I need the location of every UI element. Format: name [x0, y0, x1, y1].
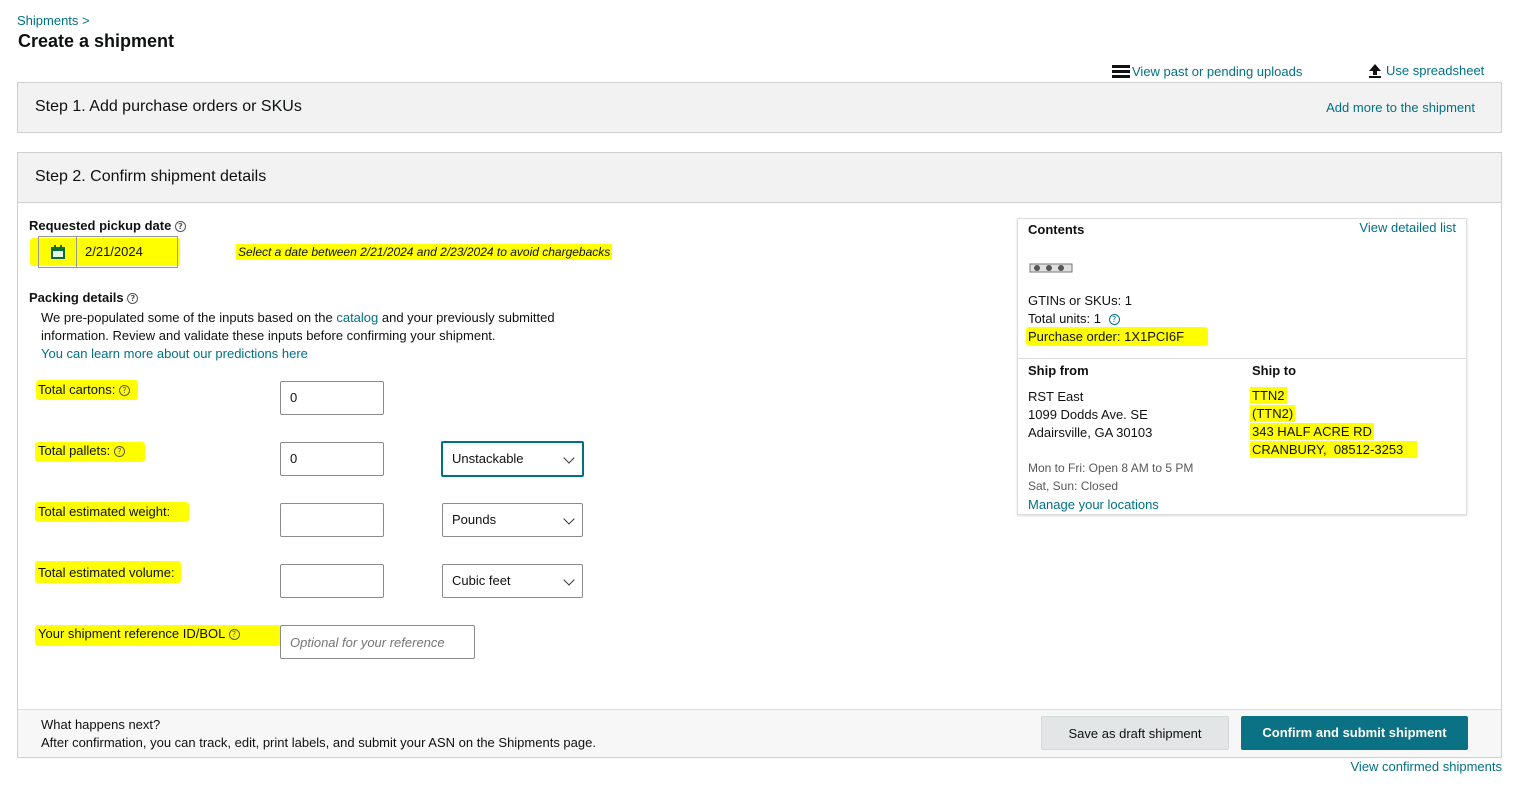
breadcrumb-shipments-link[interactable]: Shipments	[17, 13, 78, 28]
packing-title: Packing details	[29, 290, 124, 305]
reference-label: Your shipment reference ID/BOL	[38, 626, 225, 641]
view-past-uploads-link[interactable]: View past or pending uploads	[1112, 64, 1302, 79]
ship-to-line1: TTN2	[1250, 387, 1287, 404]
contents-title: Contents	[1028, 222, 1085, 237]
catalog-link[interactable]: catalog	[336, 310, 378, 325]
use-spreadsheet-label: Use spreadsheet	[1386, 63, 1485, 78]
chevron-down-icon	[563, 574, 575, 586]
use-spreadsheet-link[interactable]: Use spreadsheet	[1368, 63, 1484, 78]
ship-from-street: 1099 Dodds Ave. SE	[1028, 407, 1148, 422]
view-detailed-list-link[interactable]: View detailed list	[1359, 220, 1456, 235]
footer-question: What happens next?	[41, 717, 161, 732]
pickup-date-note: Select a date between 2/21/2024 and 2/23…	[236, 244, 613, 260]
help-icon[interactable]: ?	[113, 446, 125, 458]
weight-unit-value: Pounds	[452, 512, 497, 527]
pickup-date-value: 2/21/2024	[85, 244, 143, 259]
step2-title: Step 2. Confirm shipment details	[35, 168, 267, 185]
ship-from-hours-weekday: Mon to Fri: Open 8 AM to 5 PM	[1028, 461, 1194, 475]
reference-label-row: Your shipment reference ID/BOL ?	[38, 626, 240, 641]
chevron-down-icon	[563, 452, 575, 464]
weight-input[interactable]	[280, 503, 384, 537]
pickup-label: Requested pickup date	[29, 218, 172, 233]
ship-to-title: Ship to	[1252, 363, 1297, 378]
step1-panel: Step 1. Add purchase orders or SKUs Add …	[17, 82, 1502, 133]
help-icon[interactable]: ?	[118, 385, 130, 397]
pallets-label-row: Total pallets: ?	[38, 443, 125, 458]
ship-from-name: RST East	[1028, 389, 1084, 404]
pallets-label: Total pallets:	[38, 443, 111, 458]
help-icon[interactable]: ?	[1108, 314, 1120, 326]
cartons-label-row: Total cartons: ?	[38, 382, 130, 397]
ship-to-line3: 343 HALF ACRE RD	[1250, 423, 1374, 440]
add-more-link[interactable]: Add more to the shipment	[1326, 100, 1475, 115]
calendar-icon	[50, 245, 65, 259]
cartons-input[interactable]: 0	[280, 381, 384, 415]
view-past-uploads-label: View past or pending uploads	[1132, 64, 1303, 79]
save-draft-button[interactable]: Save as draft shipment	[1041, 716, 1229, 750]
chevron-down-icon	[563, 513, 575, 525]
step1-title: Step 1. Add purchase orders or SKUs	[35, 98, 302, 115]
ship-from-hours-weekend: Sat, Sun: Closed	[1028, 479, 1119, 493]
contents-units: Total units: 1	[1028, 311, 1101, 326]
pallet-type-select[interactable]: Unstackable	[441, 441, 584, 477]
pallets-input[interactable]: 0	[280, 442, 384, 476]
upload-icon	[1369, 63, 1381, 78]
volume-unit-select[interactable]: Cubic feet	[442, 564, 583, 598]
help-icon[interactable]: ?	[127, 293, 139, 305]
step2-header: Step 2. Confirm shipment details	[17, 152, 1502, 203]
volume-input[interactable]	[280, 564, 384, 598]
ship-to-line2: (TTN2)	[1250, 405, 1296, 422]
weight-unit-select[interactable]: Pounds	[442, 503, 583, 537]
weight-label: Total estimated weight:	[38, 504, 171, 519]
manage-locations-link[interactable]: Manage your locations	[1028, 497, 1159, 512]
contents-po: Purchase order: 1X1PCI6F	[1026, 327, 1209, 346]
help-icon[interactable]: ?	[174, 221, 186, 233]
volume-label: Total estimated volume:	[38, 565, 175, 580]
breadcrumb-separator: >	[82, 13, 90, 28]
pickup-date-picker[interactable]: 2/21/2024	[38, 236, 178, 268]
cartons-label: Total cartons:	[38, 382, 116, 397]
volume-unit-value: Cubic feet	[452, 573, 511, 588]
view-confirmed-shipments-link[interactable]: View confirmed shipments	[1351, 759, 1503, 774]
reference-input[interactable]	[280, 625, 475, 659]
packing-desc-text: We pre-populated some of the inputs base…	[41, 310, 337, 325]
pickup-label-row: Requested pickup date ?	[29, 218, 186, 233]
pallet-type-value: Unstackable	[452, 451, 524, 466]
contents-card: Contents View detailed list GTINs or SKU…	[1017, 218, 1467, 515]
ship-from-title: Ship from	[1028, 363, 1089, 378]
confirm-submit-button[interactable]: Confirm and submit shipment	[1241, 716, 1468, 750]
contents-gtins: GTINs or SKUs: 1	[1028, 293, 1133, 308]
packing-desc-text-2: and your previously submitted	[378, 310, 555, 325]
ship-to-line4: CRANBURY, 08512-3253	[1250, 441, 1418, 458]
ship-from-city: Adairsville, GA 30103	[1028, 425, 1153, 440]
packing-desc-line2: information. Review and validate these i…	[41, 328, 496, 343]
page-title: Create a shipment	[18, 31, 175, 51]
predictions-link[interactable]: You can learn more about our predictions…	[41, 346, 308, 361]
product-thumbnail-icon	[1029, 263, 1073, 273]
packing-description: We pre-populated some of the inputs base…	[41, 309, 601, 363]
contents-divider	[1018, 358, 1466, 359]
packing-title-row: Packing details ?	[29, 290, 139, 305]
list-icon	[1112, 65, 1130, 78]
footer-info: After confirmation, you can track, edit,…	[41, 735, 596, 750]
contents-units-row: Total units: 1 ?	[1028, 311, 1120, 326]
help-icon[interactable]: ?	[228, 629, 240, 641]
calendar-button[interactable]	[39, 237, 77, 267]
breadcrumb: Shipments >	[17, 13, 90, 28]
